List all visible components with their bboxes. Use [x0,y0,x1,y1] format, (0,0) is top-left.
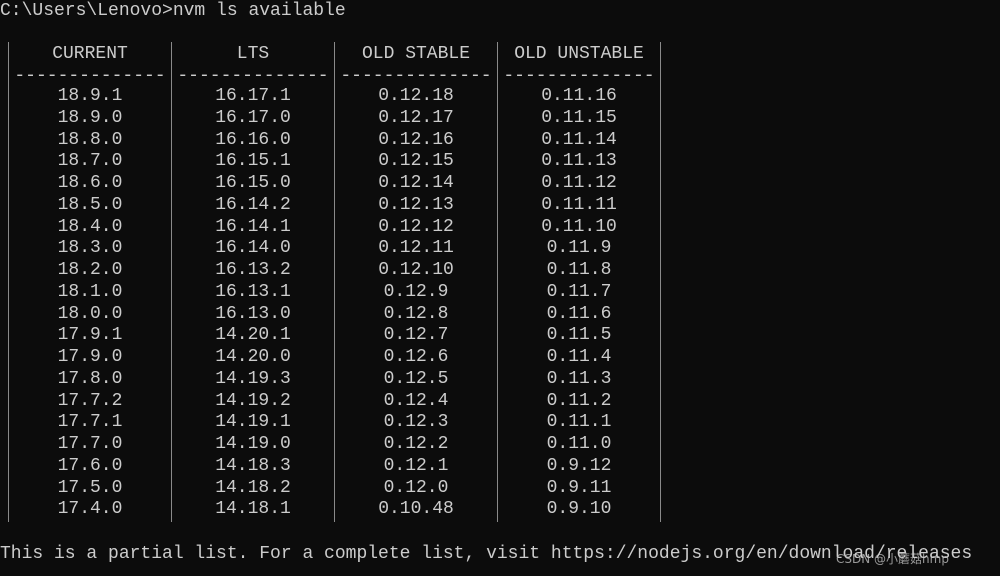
version-cell: 0.11.7 [546,281,612,302]
version-cell: 0.12.16 [378,129,454,150]
column-header: CURRENT [52,44,128,64]
command-text: nvm ls available [172,1,346,21]
version-cell: 0.9.12 [546,455,612,476]
header-rule: -------------- [503,66,655,86]
command-line: C:\Users\Lenovo>nvm ls available [0,0,346,22]
header-rule: -------------- [340,66,492,86]
version-cell: 14.18.2 [215,477,291,498]
column-lts: LTS -------------- 16.17.1 16.17.0 16.16.0 16… [172,42,334,521]
version-cell: 18.9.0 [57,107,123,128]
version-cell: 0.11.3 [546,368,612,389]
column-old-unstable: OLD UNSTABLE -------------- 0.11.16 0.11.15… [498,42,660,521]
version-cell: 16.17.0 [215,107,291,128]
version-cell: 18.7.0 [57,151,123,172]
version-cell: 0.12.0 [383,477,449,498]
terminal-window[interactable]: C:\Users\Lenovo>nvm ls available CURRENT… [0,0,1000,576]
version-cell: 16.13.2 [215,260,291,280]
footer-note: This is a partial list. For a complete l… [0,544,973,564]
version-cell: 0.11.13 [541,151,617,172]
version-cell: 0.11.12 [541,173,617,193]
version-cell: 0.11.6 [546,303,612,324]
header-rule: -------------- [14,66,166,86]
version-cell: 0.12.8 [383,303,449,324]
version-cell: 16.17.1 [215,86,291,106]
version-cell: 16.14.2 [215,194,291,215]
version-cell: 16.15.0 [215,173,291,193]
version-cell: 0.12.15 [378,151,454,172]
watermark: CSDN @小蘑菇hmp [836,552,949,566]
version-cell: 16.16.0 [215,129,291,150]
version-cell: 18.9.1 [57,86,123,106]
version-cell: 0.9.10 [546,499,612,520]
version-cell: 14.19.2 [215,390,291,411]
version-cell: 0.12.6 [383,347,449,367]
version-cell: 16.13.0 [215,303,291,324]
version-cell: 17.9.1 [57,325,123,346]
version-cell: 0.12.14 [378,173,454,193]
version-cell: 0.11.0 [546,434,612,454]
prompt-path: C:\Users\Lenovo> [0,1,173,21]
version-cell: 17.7.2 [57,390,123,411]
version-cell: 18.5.0 [57,194,123,215]
column-current: CURRENT -------------- 18.9.1 18.9.0 18.8.0 1… [9,42,171,521]
version-cell: 17.5.0 [57,477,123,498]
version-cell: 0.12.11 [378,238,454,259]
version-cell: 0.12.12 [378,216,454,237]
version-cell: 18.1.0 [57,281,123,302]
header-rule: -------------- [177,66,329,86]
version-cell: 0.12.18 [378,86,454,106]
version-cell: 18.3.0 [57,238,123,259]
version-cell: 14.18.3 [215,455,291,476]
version-cell: 0.11.10 [541,216,617,237]
version-cell: 14.20.1 [215,325,291,346]
column-header: OLD STABLE [361,44,471,64]
version-cell: 16.14.1 [215,216,291,237]
column-header: OLD UNSTABLE [514,44,644,64]
version-cell: 0.12.1 [383,455,449,476]
version-cell: 18.8.0 [57,129,123,150]
version-cell: 0.11.4 [546,347,612,367]
version-cell: 0.12.7 [383,325,449,346]
version-cell: 0.11.9 [546,238,612,259]
version-cell: 0.9.11 [546,477,612,498]
version-cell: 0.12.9 [383,281,449,302]
version-cell: 14.19.1 [215,412,291,433]
version-cell: 18.6.0 [57,173,123,193]
version-cell: 17.7.0 [57,434,123,454]
version-cell: 0.11.15 [541,107,617,128]
version-cell: 16.14.0 [215,238,291,259]
version-cell: 17.9.0 [57,347,123,367]
version-cell: 18.0.0 [57,303,123,324]
version-cell: 17.8.0 [57,368,123,389]
version-cell: 16.15.1 [215,151,291,172]
column-old-stable: OLD STABLE -------------- 0.12.18 0.12.17 0.… [335,42,497,521]
version-cell: 0.12.5 [383,368,449,389]
version-cell: 0.11.16 [541,86,617,106]
version-cell: 18.2.0 [57,260,123,280]
column-header: LTS [236,44,270,64]
version-cell: 0.12.10 [378,260,454,280]
version-cell: 14.18.1 [215,499,291,520]
version-cell: 0.10.48 [378,499,454,520]
version-cell: 0.11.5 [546,325,612,346]
version-cell: 14.20.0 [215,347,291,367]
version-cell: 14.19.0 [215,434,291,454]
version-cell: 0.12.4 [383,390,449,411]
version-cell: 0.12.17 [378,107,454,128]
version-cell: 0.11.14 [541,129,617,150]
table-border-right [660,42,661,522]
version-cell: 0.11.1 [546,412,612,433]
version-cell: 0.11.8 [546,260,612,280]
version-cell: 14.19.3 [215,368,291,389]
version-cell: 17.4.0 [57,499,123,520]
version-cell: 0.11.11 [541,194,617,215]
version-cell: 0.11.2 [546,390,612,411]
version-cell: 17.7.1 [57,412,123,433]
version-cell: 0.12.2 [383,434,449,454]
version-cell: 17.6.0 [57,455,123,476]
version-cell: 16.13.1 [215,281,291,302]
version-cell: 0.12.3 [383,412,449,433]
version-cell: 0.12.13 [378,194,454,215]
version-cell: 18.4.0 [57,216,123,237]
